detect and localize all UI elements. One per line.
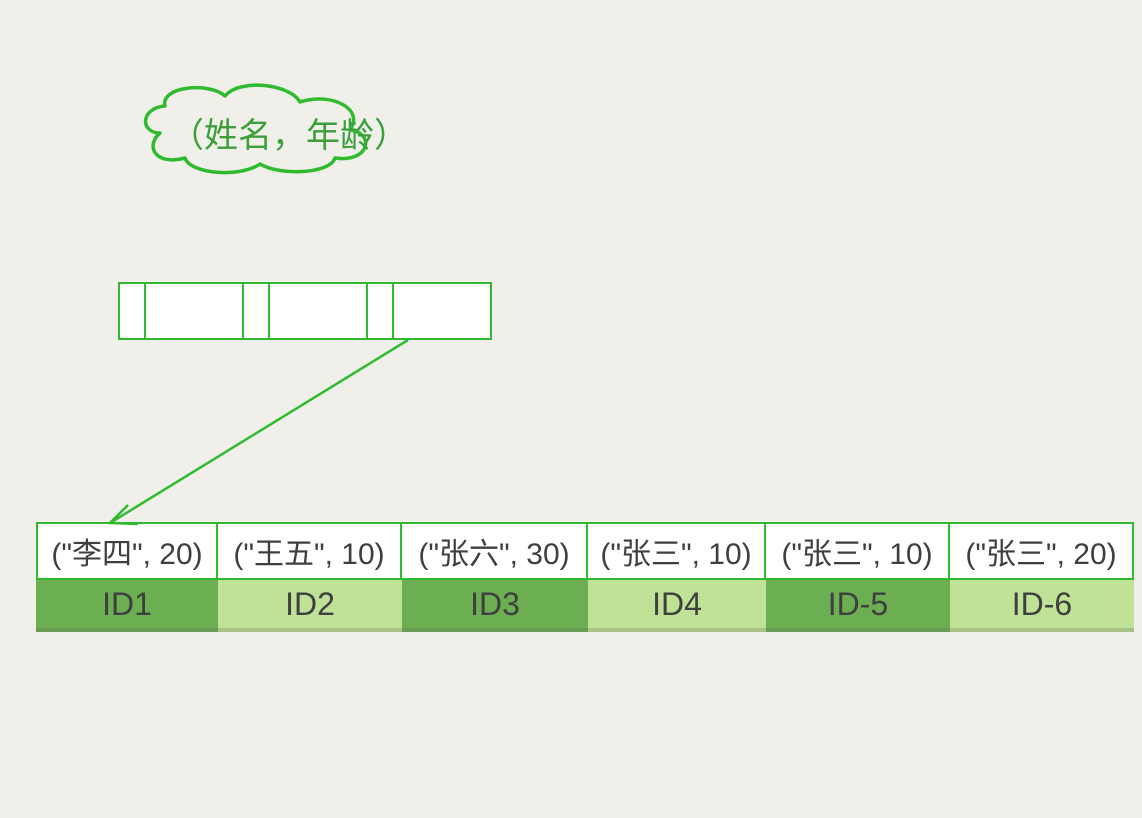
tuple-cell: ("张三", 10) [588, 522, 766, 580]
index-slot [244, 284, 270, 338]
id-cell: ID3 [402, 580, 588, 632]
tuple-cell: ("张三", 10) [766, 522, 950, 580]
id-cell: ID1 [36, 580, 218, 632]
data-column: ("李四", 20)ID1 [36, 522, 218, 632]
data-column: ("王五", 10)ID2 [218, 522, 402, 632]
tuple-cell: ("张三", 20) [950, 522, 1134, 580]
tuple-cell: ("张六", 30) [402, 522, 588, 580]
data-column: ("张三", 10)ID4 [588, 522, 766, 632]
index-slot-row [118, 282, 492, 340]
data-column: ("张六", 30)ID3 [402, 522, 588, 632]
data-table: ("李四", 20)ID1("王五", 10)ID2("张六", 30)ID3(… [36, 522, 1134, 632]
id-cell: ID-6 [950, 580, 1134, 632]
index-slot [146, 284, 244, 338]
data-column: ("张三", 10)ID-5 [766, 522, 950, 632]
id-cell: ID-5 [766, 580, 950, 632]
data-column: ("张三", 20)ID-6 [950, 522, 1134, 632]
index-slot [120, 284, 146, 338]
schema-cloud: （姓名，年龄） [140, 88, 438, 167]
schema-label: （姓名，年龄） [140, 88, 438, 167]
tuple-cell: ("李四", 20) [36, 522, 218, 580]
index-slot [394, 284, 492, 338]
tuple-cell: ("王五", 10) [218, 522, 402, 580]
index-slot [368, 284, 394, 338]
id-cell: ID4 [588, 580, 766, 632]
id-cell: ID2 [218, 580, 402, 632]
index-slot [270, 284, 368, 338]
